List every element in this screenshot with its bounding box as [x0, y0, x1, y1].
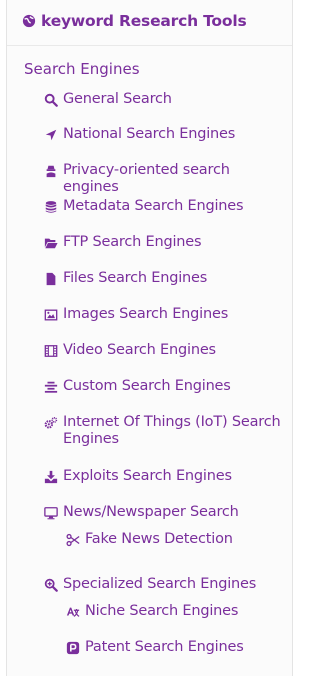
- menu-item-exploits-search-engines[interactable]: Exploits Search Engines: [43, 468, 289, 485]
- menu-item-label: Privacy-oriented search engines: [63, 162, 230, 195]
- database-icon: [43, 198, 59, 215]
- menu-item-label: Patent Search Engines: [85, 639, 244, 655]
- menu-item-label: Files Search Engines: [63, 270, 208, 286]
- menu-item-label: General Search: [63, 91, 172, 107]
- scissors-icon: [65, 531, 81, 548]
- folder-open-icon: [43, 234, 59, 251]
- header-divider: [7, 45, 292, 46]
- search-icon: [43, 91, 59, 108]
- film-icon: [43, 342, 59, 359]
- menu-item-news-search[interactable]: News/Newspaper Search: [43, 504, 289, 521]
- menu-item-label: Specialized Search Engines: [63, 576, 257, 592]
- menu-item-images-search-engines[interactable]: Images Search Engines: [43, 306, 289, 323]
- menu-item-label: Metadata Search Engines: [63, 198, 244, 214]
- location-arrow-icon: [43, 126, 59, 143]
- menu-item-ftp-search-engines[interactable]: FTP Search Engines: [43, 234, 289, 251]
- desktop-icon: [43, 504, 59, 521]
- menu-item-label: Internet Of Things (IoT) Search Engines: [63, 414, 281, 447]
- cogs-icon: [43, 414, 59, 431]
- menu-item-label: National Search Engines: [63, 126, 236, 142]
- sidebar-title: keyword Research Tools: [41, 12, 247, 30]
- menu-item-niche-search-engines[interactable]: Niche Search Engines: [65, 603, 311, 620]
- menu-item-label: Fake News Detection: [85, 531, 233, 547]
- section-title: Search Engines: [24, 60, 140, 78]
- sidebar-panel: keyword Research Tools Search Engines Ge…: [6, 0, 293, 676]
- menu-item-label: Images Search Engines: [63, 306, 229, 322]
- user-secret-icon: [43, 162, 59, 179]
- menu-item-files-search-engines[interactable]: Files Search Engines: [43, 270, 289, 287]
- menu-item-specialized-search-engines[interactable]: Specialized Search Engines: [43, 576, 289, 593]
- menu-item-label: News/Newspaper Search: [63, 504, 239, 520]
- patent-icon: [65, 639, 81, 656]
- menu-item-custom-search-engines[interactable]: Custom Search Engines: [43, 378, 289, 395]
- menu-item-label: FTP Search Engines: [63, 234, 202, 250]
- menu-item-fake-news-detection[interactable]: Fake News Detection: [65, 531, 311, 548]
- menu-item-patent-search-engines[interactable]: Patent Search Engines: [65, 639, 311, 656]
- menu-item-iot-search-engines[interactable]: Internet Of Things (IoT) Search Engines: [43, 414, 289, 448]
- menu-item-video-search-engines[interactable]: Video Search Engines: [43, 342, 289, 359]
- menu-item-metadata-search-engines[interactable]: Metadata Search Engines: [43, 198, 289, 215]
- globe-icon: [21, 13, 37, 30]
- search-plus-icon: [43, 576, 59, 593]
- language-icon: [65, 603, 81, 620]
- menu-item-general-search[interactable]: General Search: [43, 91, 289, 108]
- menu-item-label: Custom Search Engines: [63, 378, 231, 394]
- sidebar-header[interactable]: keyword Research Tools: [21, 12, 247, 30]
- menu-item-label: Exploits Search Engines: [63, 468, 232, 484]
- text-center-icon: [43, 378, 59, 395]
- download-icon: [43, 468, 59, 485]
- menu-item-national-search-engines[interactable]: National Search Engines: [43, 126, 289, 143]
- menu-item-label: Niche Search Engines: [85, 603, 239, 619]
- image-icon: [43, 306, 59, 323]
- menu-item-privacy-search-engines[interactable]: Privacy-oriented search engines: [43, 162, 289, 196]
- file-icon: [43, 270, 59, 287]
- menu-item-label: Video Search Engines: [63, 342, 216, 358]
